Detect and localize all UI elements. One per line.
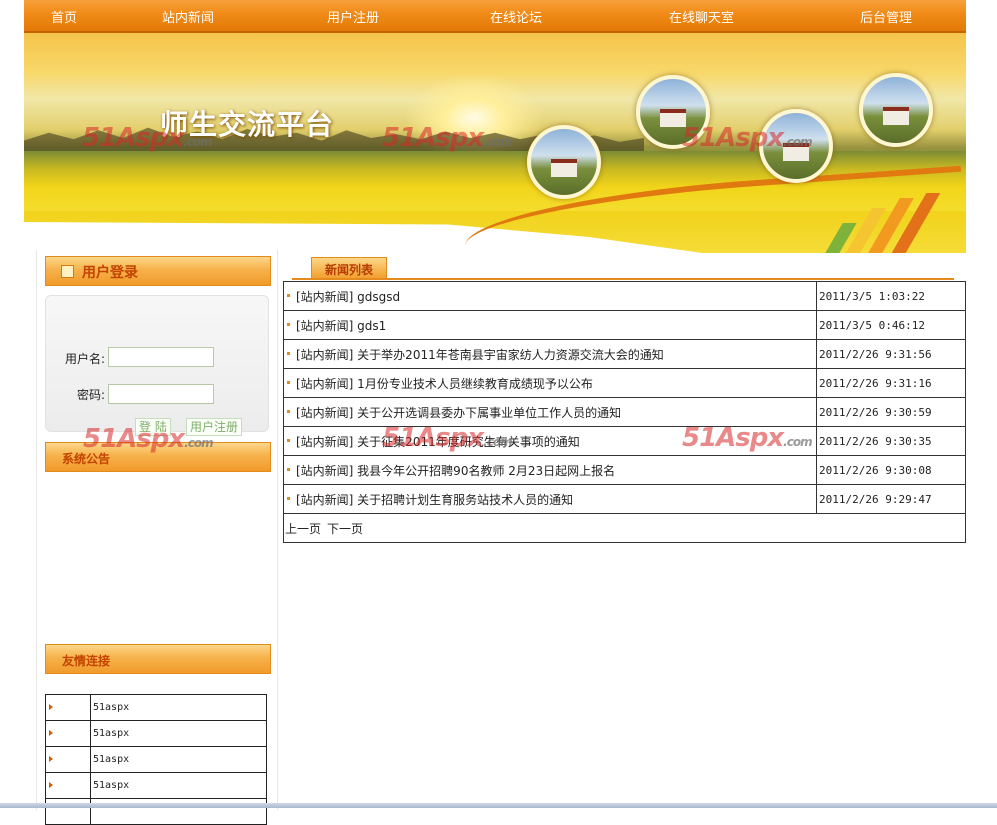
bullet-icon bbox=[287, 497, 290, 500]
news-date: 2011/2/26 9:30:08 bbox=[816, 455, 966, 485]
table-row: [站内新闻] 关于招聘计划生育服务站技术人员的通知 2011/2/26 9:29:… bbox=[283, 484, 966, 514]
nav-register[interactable]: 用户注册 bbox=[327, 7, 379, 26]
nav-admin[interactable]: 后台管理 bbox=[860, 7, 912, 26]
login-icon bbox=[61, 265, 74, 278]
tab-news-list[interactable]: 新闻列表 bbox=[311, 257, 387, 280]
nav-chatroom[interactable]: 在线聊天室 bbox=[669, 7, 734, 26]
next-page-link[interactable]: 下一页 bbox=[327, 522, 363, 536]
table-row: [站内新闻] gds1 2011/3/5 0:46:12 bbox=[283, 310, 966, 340]
bullet-icon bbox=[287, 323, 290, 326]
news-date: 2011/3/5 0:46:12 bbox=[816, 310, 966, 340]
news-title-link[interactable]: [站内新闻] gds1 bbox=[296, 319, 386, 333]
table-row: [站内新闻] 关于征集2011年度研究生有关事项的通知 2011/2/26 9:3… bbox=[283, 426, 966, 456]
news-title-cell: [站内新闻] 关于征集2011年度研究生有关事项的通知 bbox=[283, 426, 817, 456]
arrow-icon bbox=[49, 730, 53, 736]
prev-page-link[interactable]: 上一页 bbox=[285, 522, 321, 536]
news-date: 2011/3/5 1:03:22 bbox=[816, 281, 966, 311]
tab-underline bbox=[292, 278, 954, 280]
friend-link[interactable]: 51aspx bbox=[90, 772, 267, 799]
bullet-icon bbox=[287, 352, 290, 355]
table-row: [站内新闻] 1月份专业技术人员继续教育成绩现予以公布 2011/2/26 9:3… bbox=[283, 368, 966, 398]
friend-link[interactable]: 51aspx bbox=[90, 694, 267, 721]
news-title-link[interactable]: [站内新闻] 关于公开选调县委办下属事业单位工作人员的通知 bbox=[296, 406, 621, 420]
photo-bubble bbox=[636, 75, 710, 149]
notice-heading: 系统公告 bbox=[62, 452, 111, 466]
news-title-cell: [站内新闻] 关于招聘计划生育服务站技术人员的通知 bbox=[283, 484, 817, 514]
news-title-link[interactable]: [站内新闻] 关于举办2011年苍南县宇宙家纺人力资源交流大会的通知 bbox=[296, 348, 664, 362]
news-title-cell: [站内新闻] 1月份专业技术人员继续教育成绩现予以公布 bbox=[283, 368, 817, 398]
login-button[interactable]: 登 陆 bbox=[135, 418, 171, 436]
banner-stripes bbox=[824, 193, 954, 253]
nav-home[interactable]: 首页 bbox=[51, 7, 77, 26]
bullet-icon bbox=[287, 468, 290, 471]
arrow-icon bbox=[49, 782, 53, 788]
news-title-cell: [站内新闻] gds1 bbox=[283, 310, 817, 340]
username-input[interactable] bbox=[108, 347, 214, 367]
list-item: 51aspx bbox=[45, 720, 267, 747]
nav-site-news[interactable]: 站内新闻 bbox=[162, 7, 214, 26]
news-table: [站内新闻] gdsgsd 2011/3/5 1:03:22 [站内新闻] gds1… bbox=[283, 281, 966, 543]
bullet-icon bbox=[287, 381, 290, 384]
news-date: 2011/2/26 9:30:35 bbox=[816, 426, 966, 456]
news-date: 2011/2/26 9:31:16 bbox=[816, 368, 966, 398]
list-item: 51aspx bbox=[45, 694, 267, 721]
table-row: [站内新闻] gdsgsd 2011/3/5 1:03:22 bbox=[283, 281, 966, 311]
friend-links-header: 友情连接 bbox=[45, 644, 271, 674]
username-label: 用户名: bbox=[65, 352, 106, 366]
table-row: [站内新闻] 我县今年公开招聘90名教师 2月23日起网上报名 2011/2/26… bbox=[283, 455, 966, 485]
bottom-border bbox=[0, 803, 997, 808]
table-row: [站内新闻] 关于公开选调县委办下属事业单位工作人员的通知 2011/2/26 9… bbox=[283, 397, 966, 427]
news-date: 2011/2/26 9:30:59 bbox=[816, 397, 966, 427]
news-date: 2011/2/26 9:29:47 bbox=[816, 484, 966, 514]
login-panel-header: 用户登录 bbox=[45, 256, 271, 286]
news-title-link[interactable]: [站内新闻] 1月份专业技术人员继续教育成绩现予以公布 bbox=[296, 377, 593, 391]
news-title-link[interactable]: [站内新闻] 关于招聘计划生育服务站技术人员的通知 bbox=[296, 493, 573, 507]
notice-panel-header: 系统公告 bbox=[45, 442, 271, 472]
news-title-cell: [站内新闻] 关于举办2011年苍南县宇宙家纺人力资源交流大会的通知 bbox=[283, 339, 817, 369]
register-button[interactable]: 用户注册 bbox=[186, 418, 243, 436]
login-form: 用户名: 密码: 登 陆 用户注册 bbox=[45, 295, 269, 436]
friend-link[interactable]: 51aspx bbox=[90, 720, 267, 747]
friend-links-heading: 友情连接 bbox=[62, 654, 111, 668]
list-item: 51aspx bbox=[45, 772, 267, 799]
bullet-icon bbox=[287, 439, 290, 442]
top-nav: 首页 站内新闻 用户注册 在线论坛 在线聊天室 后台管理 bbox=[24, 0, 966, 33]
list-item: 51aspx bbox=[45, 746, 267, 773]
header-banner: 师生交流平台 51Aspx.com 51Aspx.com 51Aspx.com bbox=[24, 33, 966, 253]
news-title-cell: [站内新闻] 我县今年公开招聘90名教师 2月23日起网上报名 bbox=[283, 455, 817, 485]
news-title-link[interactable]: [站内新闻] 关于征集2011年度研究生有关事项的通知 bbox=[296, 435, 580, 449]
news-title-cell: [站内新闻] 关于公开选调县委办下属事业单位工作人员的通知 bbox=[283, 397, 817, 427]
bullet-icon bbox=[287, 410, 290, 413]
news-date: 2011/2/26 9:31:56 bbox=[816, 339, 966, 369]
arrow-icon bbox=[49, 704, 53, 710]
photo-bubble bbox=[759, 109, 833, 183]
photo-bubble bbox=[527, 125, 601, 199]
news-title-cell: [站内新闻] gdsgsd bbox=[283, 281, 817, 311]
arrow-icon bbox=[49, 756, 53, 762]
bullet-icon bbox=[287, 294, 290, 297]
login-heading: 用户登录 bbox=[82, 265, 138, 281]
friend-link[interactable]: 51aspx bbox=[90, 746, 267, 773]
news-title-link[interactable]: [站内新闻] gdsgsd bbox=[296, 290, 400, 304]
password-label: 密码: bbox=[77, 388, 106, 402]
nav-forum[interactable]: 在线论坛 bbox=[490, 7, 542, 26]
password-input[interactable] bbox=[108, 384, 214, 404]
photo-bubble bbox=[859, 73, 933, 147]
site-title: 师生交流平台 bbox=[160, 108, 335, 141]
news-title-link[interactable]: [站内新闻] 我县今年公开招聘90名教师 2月23日起网上报名 bbox=[296, 464, 615, 478]
table-row: [站内新闻] 关于举办2011年苍南县宇宙家纺人力资源交流大会的通知 2011/2… bbox=[283, 339, 966, 369]
left-sidebar: 用户登录 用户名: 密码: 登 陆 用户注册 系统公告 51Aspx.com 友… bbox=[36, 250, 278, 825]
pager-row: 上一页 下一页 bbox=[283, 513, 966, 543]
